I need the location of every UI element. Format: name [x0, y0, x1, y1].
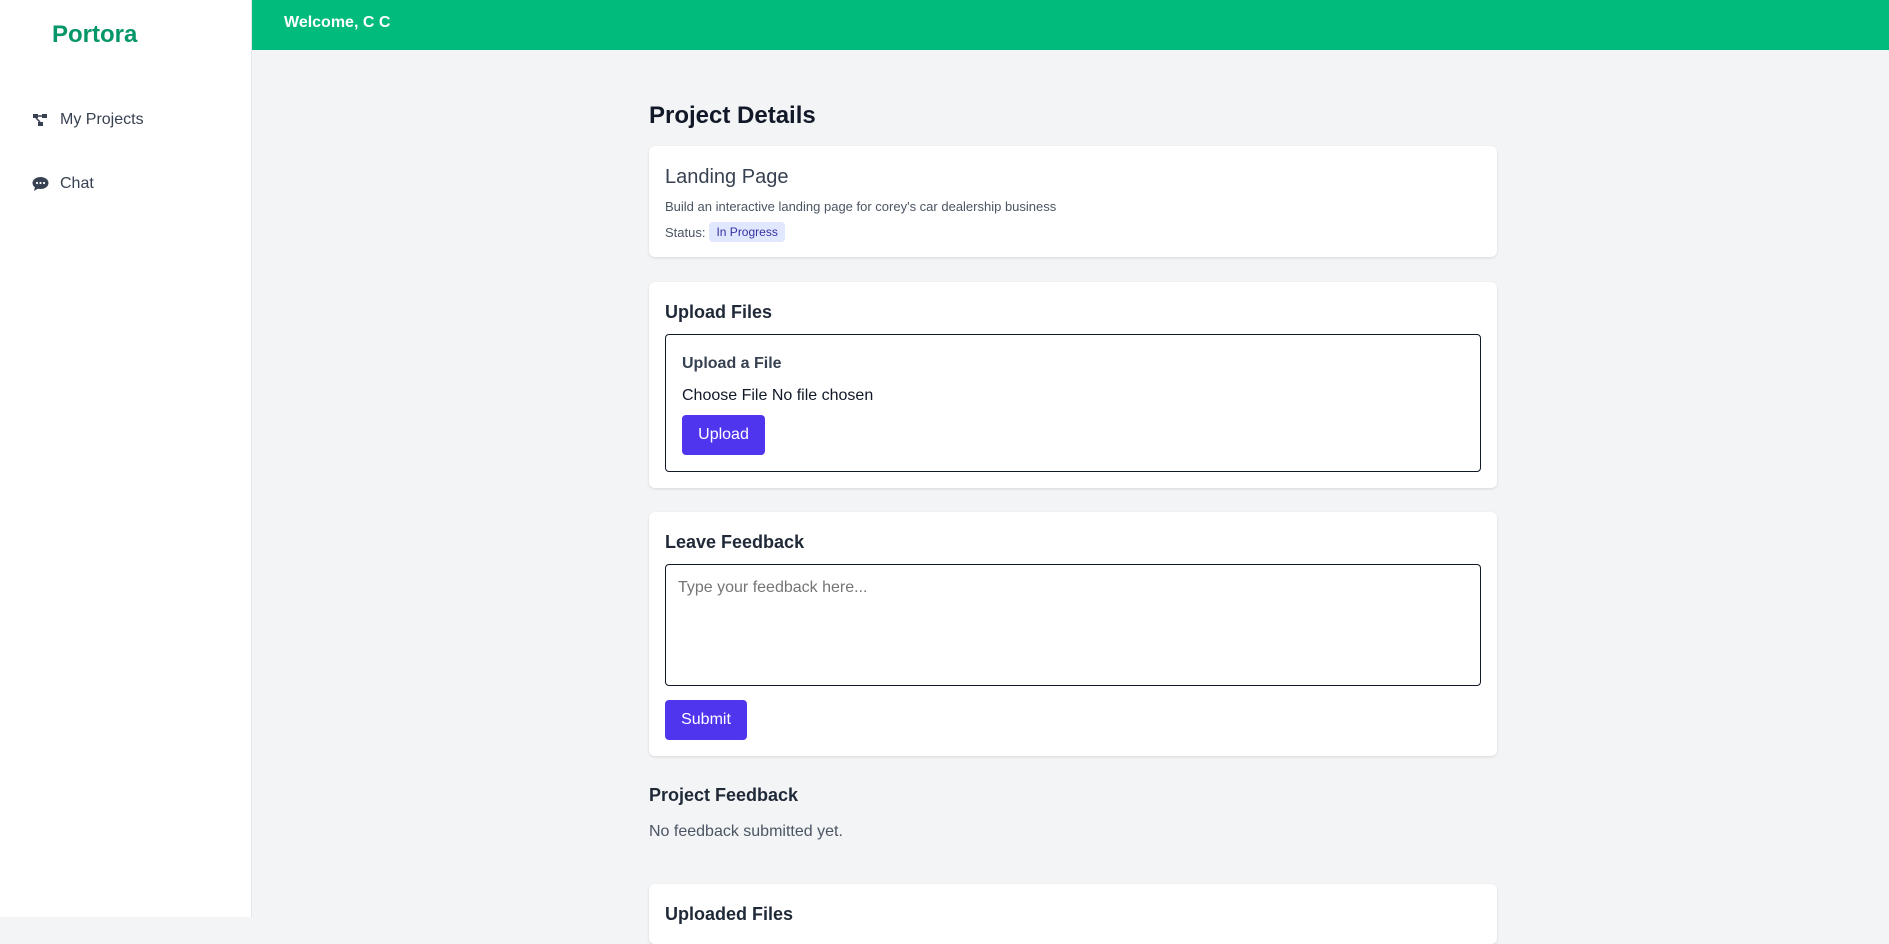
sidebar-item-label: Chat	[60, 175, 94, 192]
uploaded-files-card: Uploaded Files	[649, 884, 1497, 944]
project-name: Landing Page	[665, 166, 789, 188]
upload-button[interactable]: Upload	[682, 415, 765, 455]
sidebar: Portora My Projects Chat	[0, 0, 252, 917]
sidebar-item-chat[interactable]: Chat	[31, 175, 94, 193]
sidebar-item-my-projects[interactable]: My Projects	[31, 111, 144, 129]
upload-form-heading: Upload a File	[682, 355, 782, 372]
project-feedback-heading: Project Feedback	[649, 785, 799, 805]
status-row: Status: In Progress	[665, 222, 785, 242]
feedback-heading: Leave Feedback	[665, 532, 805, 552]
page-title: Project Details	[649, 102, 816, 129]
sidebar-item-label: My Projects	[60, 111, 144, 128]
feedback-empty-message: No feedback submitted yet.	[649, 823, 843, 840]
feedback-textarea[interactable]	[665, 564, 1481, 686]
project-description: Build an interactive landing page for co…	[665, 199, 1057, 214]
top-bar: Welcome, C C	[252, 0, 1889, 50]
chat-icon	[31, 175, 49, 193]
file-status: No file chosen	[771, 387, 874, 404]
choose-file-button[interactable]: Choose File	[682, 387, 767, 404]
project-card: Landing Page Build an interactive landin…	[649, 146, 1497, 257]
projects-icon	[31, 111, 49, 129]
app-logo[interactable]: Portora	[52, 21, 137, 49]
feedback-card: Leave Feedback Submit	[649, 512, 1497, 756]
uploaded-files-heading: Uploaded Files	[665, 904, 794, 924]
welcome-message: Welcome, C C	[284, 14, 391, 31]
upload-card: Upload Files Upload a File Choose File N…	[649, 282, 1497, 488]
file-input[interactable]: Choose File No file chosen	[682, 387, 873, 405]
upload-heading: Upload Files	[665, 302, 773, 322]
upload-form: Upload a File Choose File No file chosen…	[665, 334, 1481, 472]
status-badge: In Progress	[709, 222, 785, 242]
status-label: Status:	[665, 224, 706, 240]
submit-button[interactable]: Submit	[665, 700, 747, 740]
